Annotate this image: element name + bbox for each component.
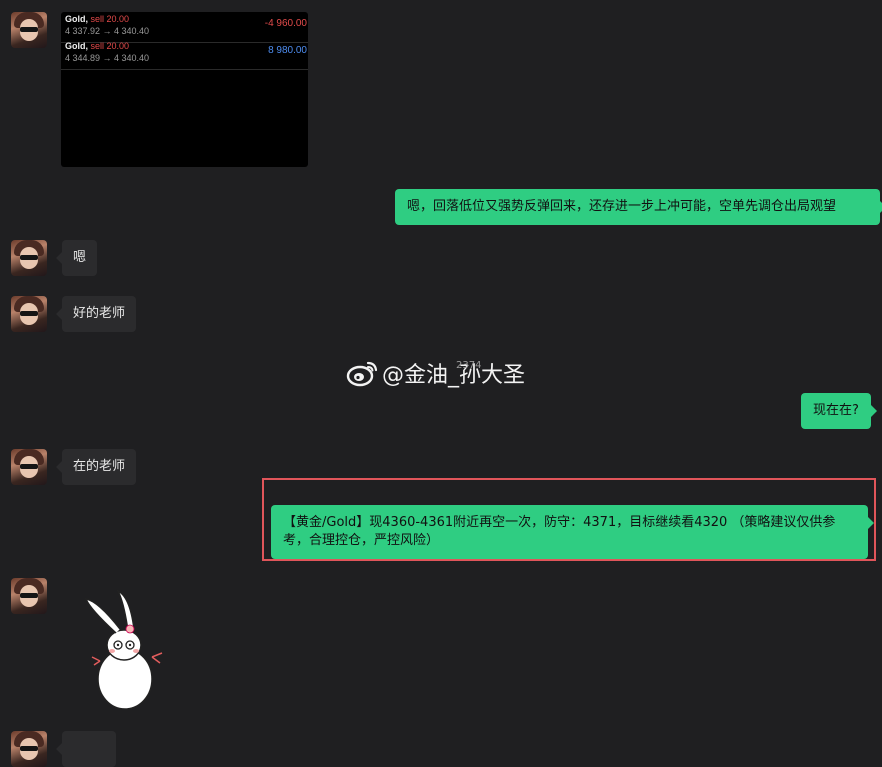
trade-screenshot-image[interactable]: Gold, sell 20.00 4 337.92 → 4 340.40 -4 … bbox=[61, 12, 308, 167]
avatar[interactable] bbox=[11, 578, 47, 614]
message-bubble-outgoing[interactable]: 现在在? bbox=[801, 393, 877, 429]
trade-price: 4 337.92 → 4 340.40 bbox=[65, 26, 150, 36]
message-text: 现在在? bbox=[813, 403, 859, 418]
rabbit-sticker[interactable] bbox=[80, 587, 170, 711]
message-text: 嗯，回落低位又强势反弹回来，还存进一步上冲可能，空单先调仓出局观望 bbox=[407, 199, 837, 214]
message-bubble-incoming[interactable]: 在的老师 bbox=[55, 449, 137, 485]
avatar[interactable] bbox=[11, 240, 47, 276]
avatar[interactable] bbox=[11, 449, 47, 485]
message-text: 在的老师 bbox=[73, 459, 126, 474]
message-bubble-outgoing[interactable]: 嗯，回落低位又强势反弹回来，还存进一步上冲可能，空单先调仓出局观望 bbox=[395, 189, 882, 225]
trade-price: 4 344.89 → 4 340.40 bbox=[65, 53, 150, 63]
trade-pnl: 8 980.00 bbox=[268, 45, 307, 56]
message-text: 【黄金/Gold】现4360-4361附近再空一次，防守：4371，目标继续看4… bbox=[283, 515, 836, 548]
message-bubble-incoming[interactable]: 嗯 bbox=[55, 240, 98, 276]
message-text: 嗯 bbox=[73, 250, 87, 265]
avatar[interactable] bbox=[11, 12, 47, 48]
weibo-icon bbox=[346, 361, 378, 387]
trade-symbol: Gold, sell 20.00 bbox=[65, 14, 130, 24]
message-bubble-incoming[interactable] bbox=[56, 731, 116, 767]
watermark: @金油_孙大圣 bbox=[346, 357, 525, 389]
watermark-text: @金油_孙大圣 bbox=[382, 363, 526, 388]
message-text: 好的老师 bbox=[73, 306, 126, 321]
trade-row: Gold, sell 20.00 4 344.89 → 4 340.40 8 9… bbox=[61, 39, 308, 70]
message-bubble-incoming[interactable]: 好的老师 bbox=[55, 296, 137, 332]
trade-symbol: Gold, sell 20.00 bbox=[65, 41, 130, 51]
avatar[interactable] bbox=[11, 731, 47, 767]
avatar[interactable] bbox=[11, 296, 47, 332]
trade-pnl: -4 960.00 bbox=[264, 18, 307, 29]
message-bubble-outgoing[interactable]: 【黄金/Gold】现4360-4361附近再空一次，防守：4371，目标继续看4… bbox=[271, 505, 874, 559]
overlay-number: 2374 bbox=[456, 360, 482, 371]
